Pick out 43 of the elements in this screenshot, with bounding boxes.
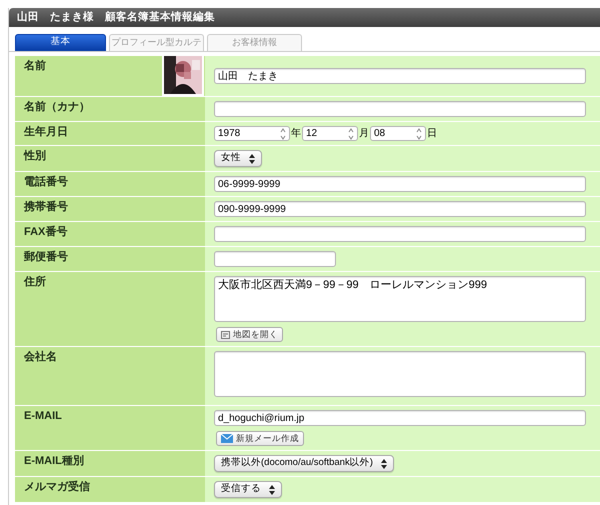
field-label: 性別 [24,150,46,164]
field-label: FAX番号 [24,226,68,240]
field-label: 生年月日 [24,126,68,140]
open-map-button[interactable]: 地図を開く [216,327,283,342]
date-unit: 月 [359,127,369,141]
field-label: 郵便番号 [24,251,68,265]
number-field[interactable]: 08 [370,126,426,141]
text-field[interactable] [214,226,586,242]
select-dropdown[interactable]: 女性 [214,150,262,167]
date-unit: 年 [291,127,301,141]
field-label: メルマガ受信 [24,481,90,495]
field-label: 名前（カナ） [24,101,90,115]
caret-icon [269,484,275,494]
field-label: 名前 [24,60,46,74]
text-field[interactable]: d_hoguchi@rium.jp [214,410,586,426]
field-label: 会社名 [24,351,57,365]
text-field[interactable]: 06-9999-9999 [214,176,586,192]
field-label: 住所 [24,276,46,290]
field-label: 電話番号 [24,176,68,190]
text-field[interactable] [214,101,586,117]
field-label: 携帯番号 [24,201,68,215]
field-label: E-MAIL種別 [24,455,84,469]
caret-icon [380,458,387,468]
caret-icon [249,154,255,164]
date-unit: 日 [427,127,437,141]
tab[interactable]: 基本 [15,34,106,51]
text-field[interactable]: 090-9999-9999 [214,201,586,217]
select-dropdown[interactable]: 受信する [214,481,282,498]
number-field[interactable]: 12 [302,126,358,141]
spinner-icon[interactable] [280,128,286,140]
select-dropdown[interactable]: 携帯以外(docomo/au/softbank以外) [214,455,394,472]
mail-icon [221,434,233,443]
map-icon [221,330,230,338]
number-field[interactable]: 1978 [214,126,290,141]
text-field[interactable]: 山田 たまき [214,68,586,84]
textarea-field[interactable]: 大阪市北区西天満9－99－99 ローレルマンション999 [214,276,586,322]
window-title: 山田 たまき様 顧客名簿基本情報編集 [9,8,600,27]
new-mail-button[interactable]: 新規メール作成 [216,431,304,446]
spinner-icon[interactable] [348,128,354,140]
textarea-field[interactable] [214,351,586,397]
text-field[interactable] [214,251,336,267]
field-label: E-MAIL [24,410,62,424]
spinner-icon[interactable] [416,128,422,140]
